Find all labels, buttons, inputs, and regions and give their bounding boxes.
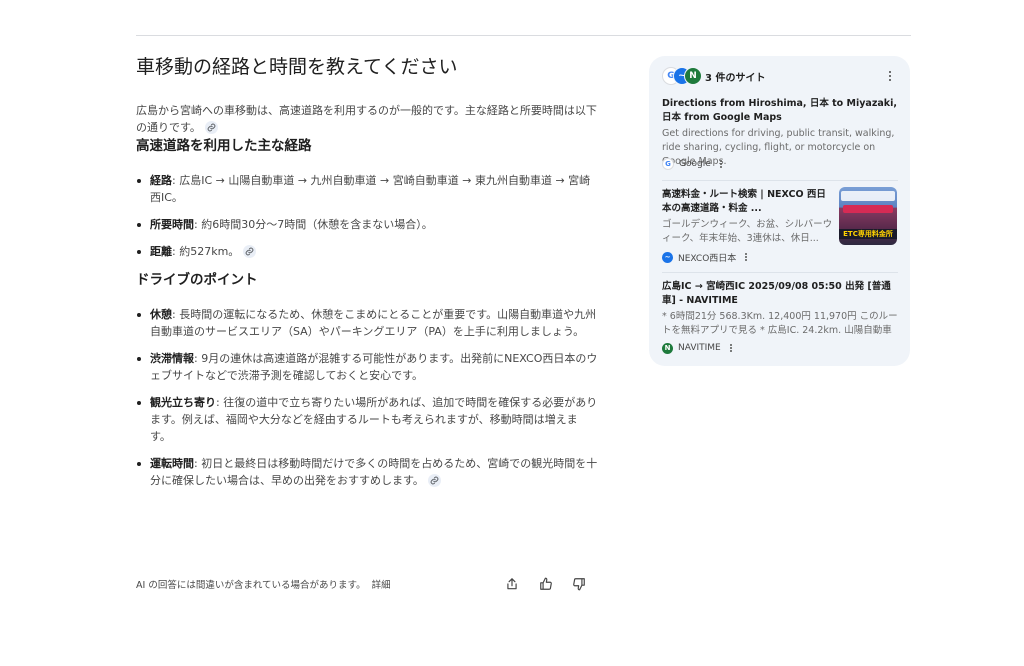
item-label: 経路 — [150, 174, 172, 187]
thumbs-down-icon — [573, 578, 585, 591]
section-heading-tips: ドライブのポイント — [136, 272, 258, 288]
more-info-link[interactable]: 詳細 — [372, 580, 391, 591]
citation-link-icon[interactable] — [243, 244, 257, 258]
source-title[interactable]: 広島IC → 宮崎西IC 2025/09/08 05:50 出発 [普通車] -… — [662, 280, 898, 308]
question-title: 車移動の経路と時間を教えてください — [136, 56, 458, 78]
answer-footer: AI の回答には間違いが含まれている場合があります。 詳細 — [136, 574, 596, 594]
item-label: 休憩 — [150, 308, 172, 321]
nexco-icon: ~ — [662, 251, 673, 263]
share-button[interactable] — [502, 574, 522, 594]
source-site-nexco[interactable]: ~ NEXCO西日本 — [662, 250, 750, 264]
divider — [662, 180, 898, 181]
item-label: 所要時間 — [150, 218, 194, 231]
source-card-nexco[interactable]: 高速料金・ルート検索 | NEXCO 西日本の高速道路・料金 ... ゴールデン… — [662, 188, 834, 246]
item-text: : 約527km。 — [172, 245, 240, 258]
thumbs-up-button[interactable] — [536, 574, 556, 594]
disclaimer-text: AI の回答には間違いが含まれている場合があります。 — [136, 580, 366, 591]
source-title[interactable]: Directions from Hiroshima, 日本 to Miyazak… — [662, 97, 898, 125]
site-options-icon[interactable] — [717, 158, 725, 170]
list-item: 距離: 約527km。 — [136, 243, 598, 260]
item-text: : 広島IC → 山陽自動車道 → 九州自動車道 → 宮崎自動車道 → 東九州自… — [150, 174, 591, 204]
list-item: 休憩: 長時間の運転になるため、休憩をこまめにとることが重要です。山陽自動車道や… — [136, 306, 598, 340]
thumbs-up-icon — [540, 577, 552, 590]
citation-link-icon[interactable] — [204, 120, 218, 134]
list-item: 運転時間: 初日と最終日は移動時間だけで多くの時間を占めるため、宮崎での観光時間… — [136, 455, 598, 489]
item-label: 渋滞情報 — [150, 352, 194, 365]
source-site-google[interactable]: G Google — [662, 157, 725, 171]
routes-list: 経路: 広島IC → 山陽自動車道 → 九州自動車道 → 宮崎自動車道 → 東九… — [136, 172, 598, 260]
list-item: 経路: 広島IC → 山陽自動車道 → 九州自動車道 → 宮崎自動車道 → 東九… — [136, 172, 598, 206]
intro-paragraph: 広島から宮崎への車移動は、高速道路を利用するのが一般的です。主な経路と所要時間は… — [136, 102, 598, 136]
item-text: : 長時間の運転になるため、休憩をこまめにとることが重要です。山陽自動車道や九州… — [150, 308, 597, 338]
divider — [662, 272, 898, 273]
source-site-navitime[interactable]: N NAVITIME — [662, 341, 735, 355]
item-label: 観光立ち寄り — [150, 396, 216, 409]
site-name: NAVITIME — [678, 343, 721, 353]
sources-count: 3 件のサイト — [705, 73, 766, 84]
site-options-icon[interactable] — [742, 251, 750, 263]
thumbnail-text: ETC専用料金所 — [839, 229, 897, 239]
source-snippet: * 6時間21分 568.3Km. 12,400円 11,970円 このルートを… — [662, 311, 898, 336]
tips-list: 休憩: 長時間の運転になるため、休憩をこまめにとることが重要です。山陽自動車道や… — [136, 306, 598, 489]
item-label: 運転時間 — [150, 457, 194, 470]
item-text: : 約6時間30分〜7時間（休憩を含まない場合）。 — [194, 218, 433, 231]
disclaimer: AI の回答には間違いが含まれている場合があります。 詳細 — [136, 577, 391, 591]
site-name: Google — [679, 159, 711, 169]
sources-panel: G ~ N 3 件のサイト Directions from Hiroshima,… — [649, 56, 910, 366]
source-snippet: ゴールデンウィーク、お盆、シルバーウィーク、年末年始、3連休は、休日... — [662, 219, 833, 244]
favicon-stack: G ~ N — [662, 67, 704, 85]
item-text: : 往復の道中で立ち寄りたい場所があれば、追加で時間を確保する必要があります。例… — [150, 396, 598, 443]
list-item: 所要時間: 約6時間30分〜7時間（休憩を含まない場合）。 — [136, 216, 598, 233]
sources-header[interactable]: G ~ N 3 件のサイト — [662, 66, 902, 86]
source-card-navitime[interactable]: 広島IC → 宮崎西IC 2025/09/08 05:50 出発 [普通車] -… — [662, 280, 898, 338]
share-icon — [507, 578, 517, 590]
section-heading-routes: 高速道路を利用した主な経路 — [136, 138, 312, 154]
list-item: 渋滞情報: 9月の連休は高速道路が混雑する可能性があります。出発前にNEXCO西… — [136, 350, 598, 384]
item-text: : 初日と最終日は移動時間だけで多くの時間を占めるため、宮崎での観光時間を十分に… — [150, 457, 598, 487]
top-divider — [136, 35, 911, 36]
navitime-icon: N — [684, 67, 702, 85]
navitime-icon: N — [662, 342, 673, 354]
item-label: 距離 — [150, 245, 172, 258]
site-name: NEXCO西日本 — [678, 253, 737, 264]
citation-link-icon[interactable] — [427, 473, 441, 487]
source-title[interactable]: 高速料金・ルート検索 | NEXCO 西日本の高速道路・料金 ... — [662, 188, 834, 216]
ai-answer: 車移動の経路と時間を教えてください 広島から宮崎への車移動は、高速道路を利用する… — [136, 52, 598, 499]
google-icon: G — [662, 158, 674, 170]
thumbs-down-button[interactable] — [569, 574, 589, 594]
list-item: 観光立ち寄り: 往復の道中で立ち寄りたい場所があれば、追加で時間を確保する必要が… — [136, 394, 598, 445]
source-thumbnail[interactable]: ETC専用料金所 — [839, 187, 897, 245]
site-options-icon[interactable] — [727, 342, 735, 354]
more-options-icon[interactable] — [884, 68, 896, 84]
item-text: : 9月の連休は高速道路が混雑する可能性があります。出発前にNEXCO西日本のウ… — [150, 352, 598, 382]
